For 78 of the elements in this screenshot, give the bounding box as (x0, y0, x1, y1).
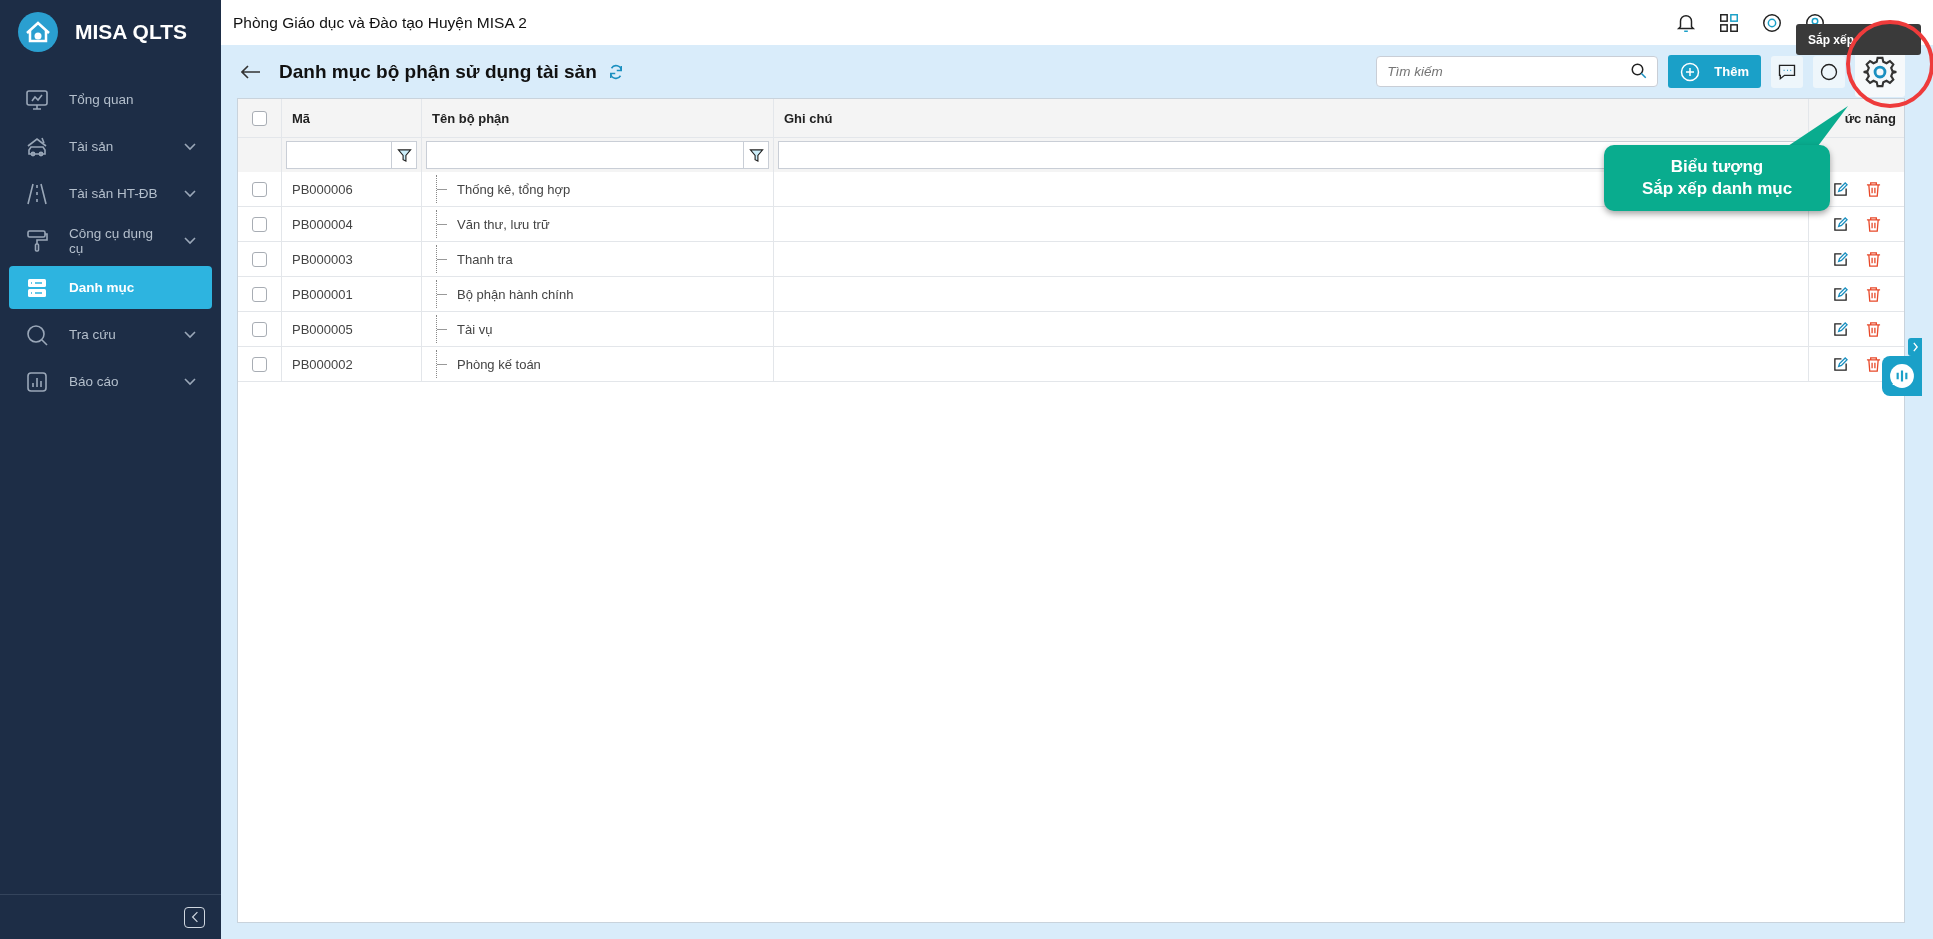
apps-grid-icon[interactable] (1718, 11, 1740, 34)
edit-icon[interactable] (1832, 286, 1848, 302)
road-icon (25, 181, 49, 206)
expand-tab[interactable] (1908, 338, 1922, 356)
table-cell: PB000006 (292, 181, 353, 197)
table-cell: PB000001 (292, 286, 353, 302)
sidebar-item[interactable]: Tổng quan (9, 78, 212, 121)
chevron-left-icon (190, 911, 199, 923)
row-checkbox[interactable] (252, 356, 267, 372)
speech-bubble-icon (1889, 363, 1915, 389)
filter-field[interactable] (286, 141, 417, 169)
callout-text: Sắp xếp danh mục (1641, 178, 1793, 200)
table-cell: PB000003 (292, 251, 353, 267)
table-cell: Tài vụ (457, 321, 493, 337)
table-cell: PB000004 (292, 216, 353, 232)
filter-icon[interactable] (748, 147, 764, 163)
back-arrow-icon[interactable] (241, 64, 261, 79)
filter-icon[interactable] (396, 147, 412, 163)
table-cell: Văn thư, lưu trữ (457, 216, 550, 232)
column-header: Tên bộ phận (432, 110, 510, 126)
trash-icon[interactable] (1865, 251, 1881, 267)
organization-name: Phòng Giáo dục và Đào tạo Huyện MISA 2 (233, 13, 528, 32)
info-button[interactable] (1813, 55, 1845, 88)
filter-field[interactable] (426, 141, 769, 169)
chevron-down-icon (184, 142, 196, 151)
edit-icon[interactable] (1832, 181, 1848, 197)
feedback-button[interactable] (1771, 55, 1803, 88)
table-cell: Bộ phận hành chính (457, 286, 574, 302)
trash-icon[interactable] (1865, 321, 1881, 337)
chevron-down-icon (184, 236, 196, 245)
monitor-icon (25, 87, 49, 112)
table-cell: Phòng kế toán (457, 356, 541, 372)
house-logo-icon (18, 12, 58, 52)
page-title: Danh mục bộ phận sử dụng tài sản (279, 60, 597, 83)
row-checkbox[interactable] (252, 321, 267, 337)
bar-chart-icon (25, 369, 49, 394)
chevron-right-icon (1911, 342, 1919, 352)
trash-icon[interactable] (1865, 286, 1881, 302)
sidebar-item[interactable]: Báo cáo (9, 360, 212, 403)
circle-icon (1819, 61, 1839, 82)
trash-icon[interactable] (1865, 356, 1881, 372)
table-cell: Thống kê, tổng hợp (457, 181, 571, 197)
row-checkbox[interactable] (252, 181, 267, 197)
row-checkbox[interactable] (252, 286, 267, 302)
sidebar-item[interactable]: Công cụ dụng cụ (9, 219, 212, 262)
paint-roller-icon (25, 228, 49, 253)
table-cell: PB000005 (292, 321, 353, 337)
row-checkbox[interactable] (252, 251, 267, 267)
sidebar-item[interactable]: Tài sản HT-ĐB (9, 172, 212, 215)
column-header: Mã (292, 110, 311, 126)
chat-widget-button[interactable] (1882, 356, 1922, 396)
table-cell: PB000002 (292, 356, 353, 372)
tooltip: Sắp xếp (1796, 24, 1921, 55)
table-cell: Thanh tra (457, 251, 513, 267)
plus-circle-icon (1680, 61, 1701, 82)
collapse-sidebar-button[interactable] (184, 906, 205, 928)
edit-icon[interactable] (1832, 321, 1848, 337)
sidebar-item[interactable]: Tài sản (9, 125, 212, 168)
edit-icon[interactable] (1832, 251, 1848, 267)
edit-icon[interactable] (1832, 356, 1848, 372)
chevron-down-icon (184, 377, 196, 386)
row-checkbox[interactable] (252, 216, 267, 232)
help-circle-icon[interactable] (1761, 11, 1783, 34)
chevron-down-icon (184, 330, 196, 339)
sidebar-item[interactable]: Tra cứu (9, 313, 212, 356)
search-field[interactable]: Tìm kiếm (1376, 56, 1659, 87)
trash-icon[interactable] (1865, 216, 1881, 232)
chevron-down-icon (184, 189, 196, 198)
search-icon (25, 322, 49, 347)
select-all-checkbox[interactable] (252, 110, 267, 126)
column-header: Ghi chú (784, 110, 833, 126)
column-header: ức năng (1844, 110, 1896, 126)
app-name: MISA QLTS (75, 20, 187, 44)
settings-icon (1863, 54, 1897, 89)
trash-icon[interactable] (1865, 181, 1881, 197)
callout-text: Biểu tượng (1670, 156, 1764, 178)
edit-icon[interactable] (1832, 216, 1848, 232)
search-icon (1630, 62, 1649, 80)
